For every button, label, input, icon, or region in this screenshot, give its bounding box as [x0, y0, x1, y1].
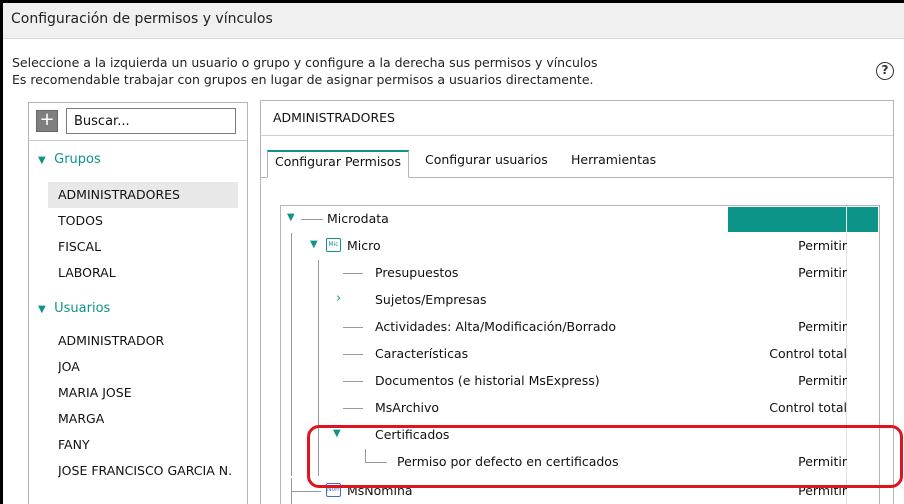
permission-cell[interactable]	[728, 207, 878, 232]
help-icon[interactable]: ?	[876, 62, 894, 80]
permission-value[interactable]: Permitir	[798, 319, 847, 334]
msnomina-module-icon: Nom	[326, 483, 341, 497]
tree-connector	[291, 260, 292, 287]
divider	[261, 135, 893, 136]
groups-header[interactable]: ▼ Grupos	[38, 152, 101, 167]
tree-connector	[343, 273, 363, 274]
tree-connector	[291, 395, 292, 422]
chevron-down-icon: ▼	[38, 304, 46, 315]
description: Seleccione a la izquierda un usuario o g…	[12, 54, 598, 88]
tree-row-micro[interactable]: ▼ Mic Micro Permitir	[281, 233, 879, 260]
tree-connector	[318, 260, 319, 287]
tree-row-documentos[interactable]: Documentos (e historial MsExpress) Permi…	[281, 368, 879, 395]
tree-row-caracteristicas[interactable]: Características Control total	[281, 341, 879, 368]
permission-value[interactable]: Permitir	[798, 238, 847, 253]
tree-connector	[318, 314, 319, 341]
group-item-todos[interactable]: TODOS	[58, 208, 246, 234]
tree-connector	[318, 341, 319, 368]
group-item-laboral[interactable]: LABORAL	[58, 260, 246, 286]
tree-row-certificados[interactable]: ▼ Certificados	[281, 422, 879, 449]
search-input[interactable]	[66, 108, 236, 134]
group-item-fiscal[interactable]: FISCAL	[58, 234, 246, 260]
tree-row-microdata[interactable]: ▼ Microdata	[281, 206, 879, 233]
permission-value[interactable]: Permitir	[798, 483, 847, 498]
description-line-2: Es recomendable trabajar con grupos en l…	[12, 72, 594, 87]
permission-value[interactable]: Permitir	[798, 265, 847, 280]
tree-connector	[291, 233, 292, 260]
tree-row-msarchivo[interactable]: MsArchivo Control total	[281, 395, 879, 422]
tree-connector	[343, 381, 363, 382]
users-header[interactable]: ▼ Usuarios	[38, 301, 110, 316]
tree-connector	[318, 287, 319, 314]
tree-connector	[365, 449, 366, 463]
add-button[interactable]: +	[36, 110, 58, 132]
tree-connector	[291, 341, 292, 368]
tree-row-permiso-defecto[interactable]: Permiso por defecto en certificados Perm…	[281, 449, 879, 476]
description-line-1: Seleccione a la izquierda un usuario o g…	[12, 55, 598, 70]
tab-configurar-usuarios[interactable]: Configurar usuarios	[425, 150, 548, 178]
groups-header-label: Grupos	[54, 152, 101, 167]
selected-entity-title: ADMINISTRADORES	[273, 110, 395, 125]
tree-connector	[365, 462, 387, 463]
permission-value[interactable]: Permitir	[798, 373, 847, 388]
tree-connector	[343, 354, 363, 355]
tree-connector	[318, 395, 319, 422]
tree-label: Sujetos/Empresas	[375, 292, 487, 307]
user-item-fany[interactable]: FANY	[58, 432, 246, 458]
micro-module-icon: Mic	[326, 238, 341, 252]
users-header-label: Usuarios	[54, 301, 111, 316]
tree-connector	[318, 449, 319, 476]
permission-value[interactable]: Control total	[769, 400, 847, 415]
tree-connector	[318, 422, 319, 449]
chevron-down-icon[interactable]: ▼	[287, 212, 295, 223]
tree-label: MsArchivo	[375, 400, 440, 415]
group-item-administradores[interactable]: ADMINISTRADORES	[48, 182, 238, 208]
tree-connector	[291, 491, 321, 492]
tree-row-sujetos-empresas[interactable]: › Sujetos/Empresas	[281, 287, 879, 314]
tree-connector	[343, 408, 363, 409]
tree-label: Características	[375, 346, 469, 361]
permission-value[interactable]: Permitir	[798, 454, 847, 469]
tree-connector	[318, 368, 319, 395]
tree-row-presupuestos[interactable]: Presupuestos Permitir	[281, 260, 879, 287]
tree-label: Permiso por defecto en certificados	[397, 454, 619, 469]
divider	[29, 140, 247, 141]
tab-configurar-permisos[interactable]: Configurar Permisos	[267, 150, 409, 178]
tree-label: Microdata	[327, 211, 389, 226]
window-title: Configuración de permisos y vínculos	[11, 11, 273, 27]
tree-label: Actividades: Alta/Modificación/Borrado	[375, 319, 617, 334]
tree-label: MsNomina	[347, 483, 413, 498]
user-item-joa[interactable]: JOA	[58, 354, 246, 380]
user-item-jose-francisco[interactable]: JOSE FRANCISCO GARCIA N.	[58, 458, 246, 484]
user-item-administrador[interactable]: ADMINISTRADOR	[58, 328, 246, 354]
tree-label: Presupuestos	[375, 265, 459, 280]
permission-value[interactable]: Control total	[769, 346, 847, 361]
permissions-tree: ▼ Microdata ▼ Mic Micro Permitir Presupu…	[280, 205, 880, 504]
tree-connector	[291, 368, 292, 395]
chevron-down-icon[interactable]: ▼	[310, 239, 318, 250]
divider	[846, 207, 847, 232]
chevron-down-icon: ▼	[38, 155, 46, 166]
chevron-down-icon[interactable]: ▼	[333, 428, 341, 439]
tree-label: Certificados	[375, 427, 450, 442]
tree-row-actividades[interactable]: Actividades: Alta/Modificación/Borrado P…	[281, 314, 879, 341]
title-bar: Configuración de permisos y vínculos	[3, 3, 904, 39]
chevron-right-icon[interactable]: ›	[336, 291, 341, 306]
tree-connector	[291, 287, 292, 314]
tree-connector	[291, 422, 292, 449]
user-item-maria-jose[interactable]: MARIA JOSE	[58, 380, 246, 406]
tree-connector	[291, 449, 292, 476]
tree-connector	[291, 314, 292, 341]
tree-connector	[301, 219, 323, 220]
tree-label: Documentos (e historial MsExpress)	[375, 373, 600, 388]
tree-label: Micro	[347, 238, 381, 253]
tab-herramientas[interactable]: Herramientas	[571, 150, 656, 178]
tree-row-msnomina[interactable]: Nom MsNomina Permitir	[281, 478, 879, 504]
tree-connector	[343, 327, 363, 328]
user-item-marga[interactable]: MARGA	[58, 406, 246, 432]
